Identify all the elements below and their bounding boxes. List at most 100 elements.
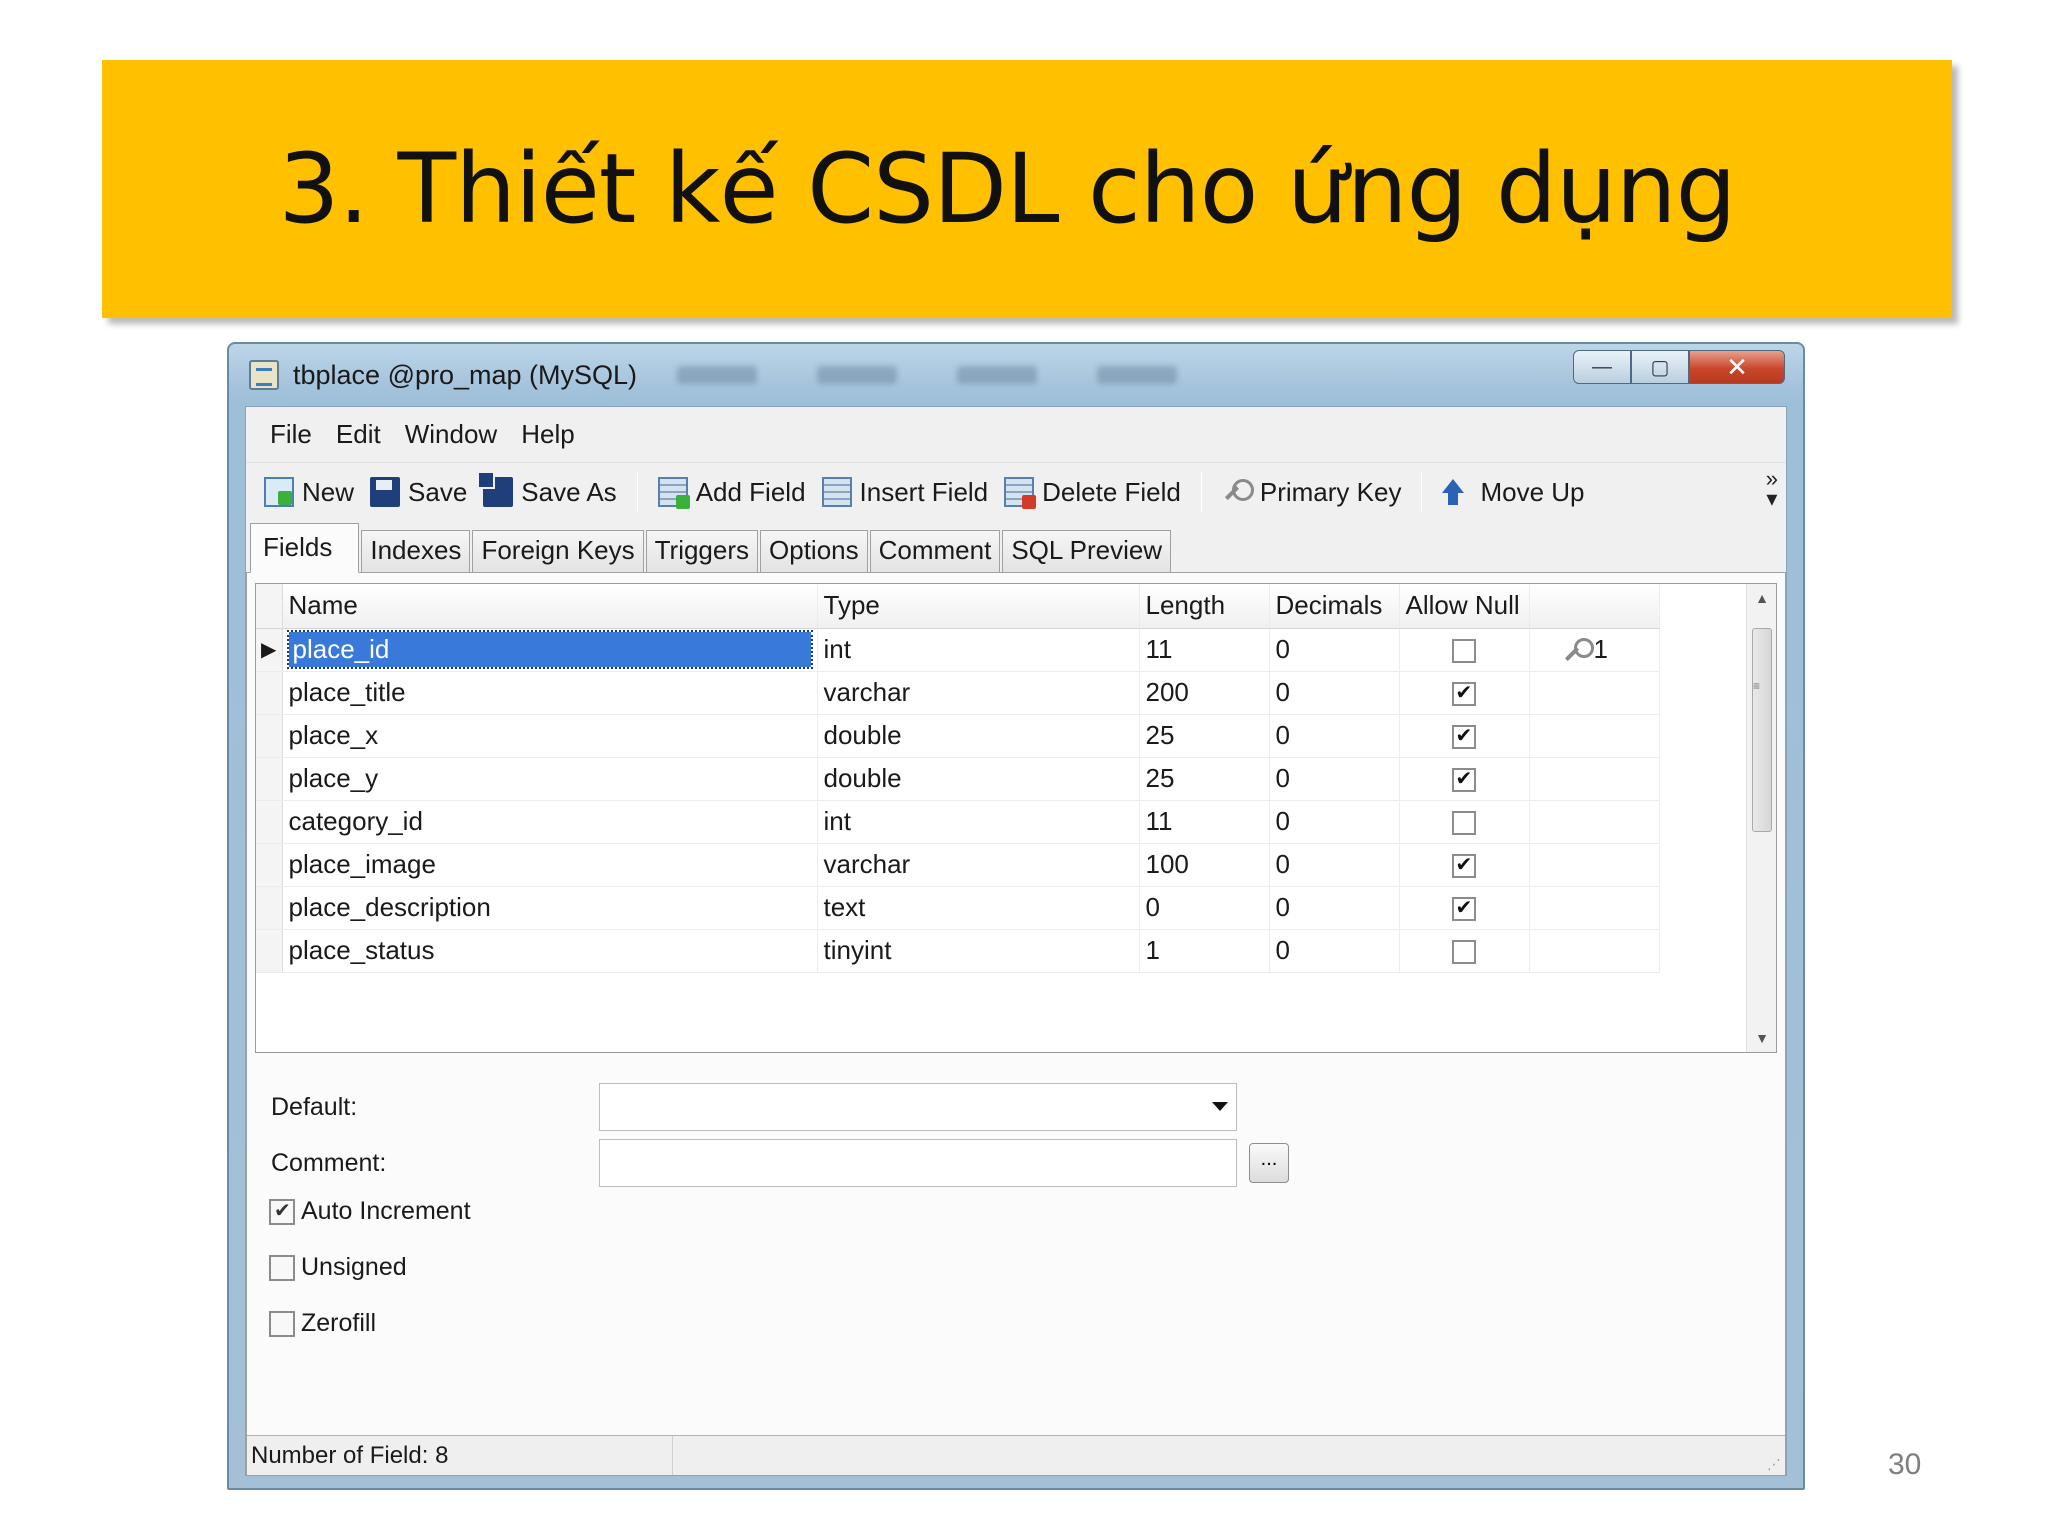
- save-as-button[interactable]: Save As: [475, 468, 624, 516]
- move-up-button[interactable]: Move Up: [1434, 468, 1592, 516]
- auto-increment-checkbox[interactable]: [269, 1198, 295, 1225]
- menu-help[interactable]: Help: [509, 413, 586, 456]
- primary-key-button[interactable]: Primary Key: [1214, 468, 1410, 516]
- maximize-button[interactable]: ▢: [1631, 350, 1689, 384]
- field-length-cell[interactable]: 25: [1139, 714, 1270, 758]
- table-row[interactable]: place_image varchar 100 0: [256, 843, 1660, 887]
- field-length-cell[interactable]: 25: [1139, 757, 1270, 801]
- field-name-cell[interactable]: place_status: [282, 929, 818, 973]
- field-decimals-cell[interactable]: 0: [1269, 843, 1400, 887]
- field-decimals-cell[interactable]: 0: [1269, 628, 1400, 672]
- new-button[interactable]: New: [256, 468, 362, 516]
- table-row[interactable]: place_title varchar 200 0: [256, 671, 1660, 715]
- field-type-cell[interactable]: double: [817, 714, 1140, 758]
- field-decimals-cell[interactable]: 0: [1269, 714, 1400, 758]
- row-indicator[interactable]: [256, 671, 283, 715]
- row-indicator[interactable]: [256, 714, 283, 758]
- field-name-cell[interactable]: place_id: [282, 628, 818, 672]
- column-header-name[interactable]: Name: [282, 584, 818, 629]
- row-indicator[interactable]: [256, 886, 283, 930]
- field-length-cell[interactable]: 100: [1139, 843, 1270, 887]
- field-name-cell[interactable]: place_y: [282, 757, 818, 801]
- allow-null-checkbox[interactable]: [1451, 940, 1476, 965]
- allow-null-checkbox[interactable]: [1451, 723, 1476, 750]
- close-button[interactable]: ✕: [1689, 350, 1785, 384]
- table-row[interactable]: place_x double 25 0: [256, 714, 1660, 758]
- resize-grip-icon[interactable]: ⋰: [1767, 1456, 1781, 1473]
- table-row[interactable]: place_y double 25 0: [256, 757, 1660, 801]
- allow-null-checkbox[interactable]: [1451, 811, 1476, 836]
- field-type-cell[interactable]: int: [817, 628, 1140, 672]
- insert-field-button[interactable]: Insert Field: [814, 468, 997, 516]
- menu-edit[interactable]: Edit: [324, 413, 393, 456]
- field-type-cell[interactable]: text: [817, 886, 1140, 930]
- row-indicator[interactable]: [256, 800, 283, 844]
- scrollbar-thumb[interactable]: [1752, 628, 1772, 832]
- minimize-button[interactable]: —: [1573, 350, 1631, 384]
- scroll-down-icon[interactable]: ▼: [1747, 1024, 1777, 1052]
- row-indicator[interactable]: [256, 757, 283, 801]
- field-decimals-cell[interactable]: 0: [1269, 929, 1400, 973]
- tab-fields[interactable]: Fields: [250, 523, 360, 573]
- allow-null-checkbox[interactable]: [1451, 639, 1476, 664]
- tab-options[interactable]: Options: [760, 530, 868, 572]
- table-row[interactable]: category_id int 11 0: [256, 800, 1660, 844]
- table-row[interactable]: ▶ place_id int 11 0 1: [256, 628, 1660, 672]
- allow-null-checkbox[interactable]: [1451, 852, 1476, 879]
- field-name-cell[interactable]: place_x: [282, 714, 818, 758]
- allow-null-checkbox[interactable]: [1451, 680, 1476, 707]
- zerofill-option[interactable]: Zerofill: [269, 1309, 376, 1338]
- tab-foreign-keys[interactable]: Foreign Keys: [472, 530, 644, 572]
- field-length-cell[interactable]: 1: [1139, 929, 1270, 973]
- scroll-up-icon[interactable]: ▲: [1747, 584, 1777, 612]
- allow-null-checkbox[interactable]: [1451, 766, 1476, 793]
- column-header-decimals[interactable]: Decimals: [1269, 584, 1400, 629]
- field-length-cell[interactable]: 11: [1139, 628, 1270, 672]
- chevron-down-icon[interactable]: [1212, 1102, 1228, 1111]
- field-type-cell[interactable]: int: [817, 800, 1140, 844]
- zerofill-checkbox[interactable]: [269, 1310, 295, 1337]
- tab-comment[interactable]: Comment: [869, 530, 1001, 572]
- auto-increment-option[interactable]: Auto Increment: [269, 1197, 471, 1226]
- grid-vertical-scrollbar[interactable]: ▲ ≡ ▼: [1746, 584, 1776, 1052]
- tab-triggers[interactable]: Triggers: [645, 530, 759, 572]
- field-length-cell[interactable]: 200: [1139, 671, 1270, 715]
- comment-input[interactable]: [599, 1139, 1237, 1187]
- row-indicator[interactable]: [256, 843, 283, 887]
- field-type-cell[interactable]: tinyint: [817, 929, 1140, 973]
- window-titlebar[interactable]: tbplace @pro_map (MySQL) — ▢ ✕: [229, 344, 1803, 406]
- field-name-cell[interactable]: place_description: [282, 886, 818, 930]
- column-header-type[interactable]: Type: [817, 584, 1140, 629]
- field-decimals-cell[interactable]: 0: [1269, 800, 1400, 844]
- table-row[interactable]: place_description text 0 0: [256, 886, 1660, 930]
- comment-browse-button[interactable]: ...: [1249, 1143, 1289, 1183]
- field-decimals-cell[interactable]: 0: [1269, 671, 1400, 715]
- save-button[interactable]: Save: [362, 468, 475, 516]
- toolbar-overflow-button[interactable]: » ▾: [1766, 468, 1778, 510]
- field-name-cell[interactable]: place_image: [282, 843, 818, 887]
- tab-sql-preview[interactable]: SQL Preview: [1002, 530, 1172, 572]
- field-type-cell[interactable]: double: [817, 757, 1140, 801]
- field-type-cell[interactable]: varchar: [817, 843, 1140, 887]
- field-name-cell[interactable]: category_id: [282, 800, 818, 844]
- add-field-button[interactable]: Add Field: [650, 468, 814, 516]
- unsigned-option[interactable]: Unsigned: [269, 1253, 407, 1282]
- menu-window[interactable]: Window: [393, 413, 509, 456]
- field-decimals-cell[interactable]: 0: [1269, 886, 1400, 930]
- field-length-cell[interactable]: 11: [1139, 800, 1270, 844]
- row-indicator[interactable]: ▶: [256, 628, 283, 672]
- unsigned-checkbox[interactable]: [269, 1254, 295, 1281]
- delete-field-button[interactable]: Delete Field: [996, 468, 1189, 516]
- row-indicator[interactable]: [256, 929, 283, 973]
- field-length-cell[interactable]: 0: [1139, 886, 1270, 930]
- default-select[interactable]: [599, 1083, 1237, 1131]
- field-name-cell[interactable]: place_title: [282, 671, 818, 715]
- menu-file[interactable]: File: [258, 413, 324, 456]
- field-type-cell[interactable]: varchar: [817, 671, 1140, 715]
- table-row[interactable]: place_status tinyint 1 0: [256, 929, 1660, 973]
- tab-indexes[interactable]: Indexes: [361, 530, 471, 572]
- column-header-length[interactable]: Length: [1139, 584, 1270, 629]
- field-decimals-cell[interactable]: 0: [1269, 757, 1400, 801]
- column-header-allow-null[interactable]: Allow Null: [1399, 584, 1530, 629]
- allow-null-checkbox[interactable]: [1451, 895, 1476, 922]
